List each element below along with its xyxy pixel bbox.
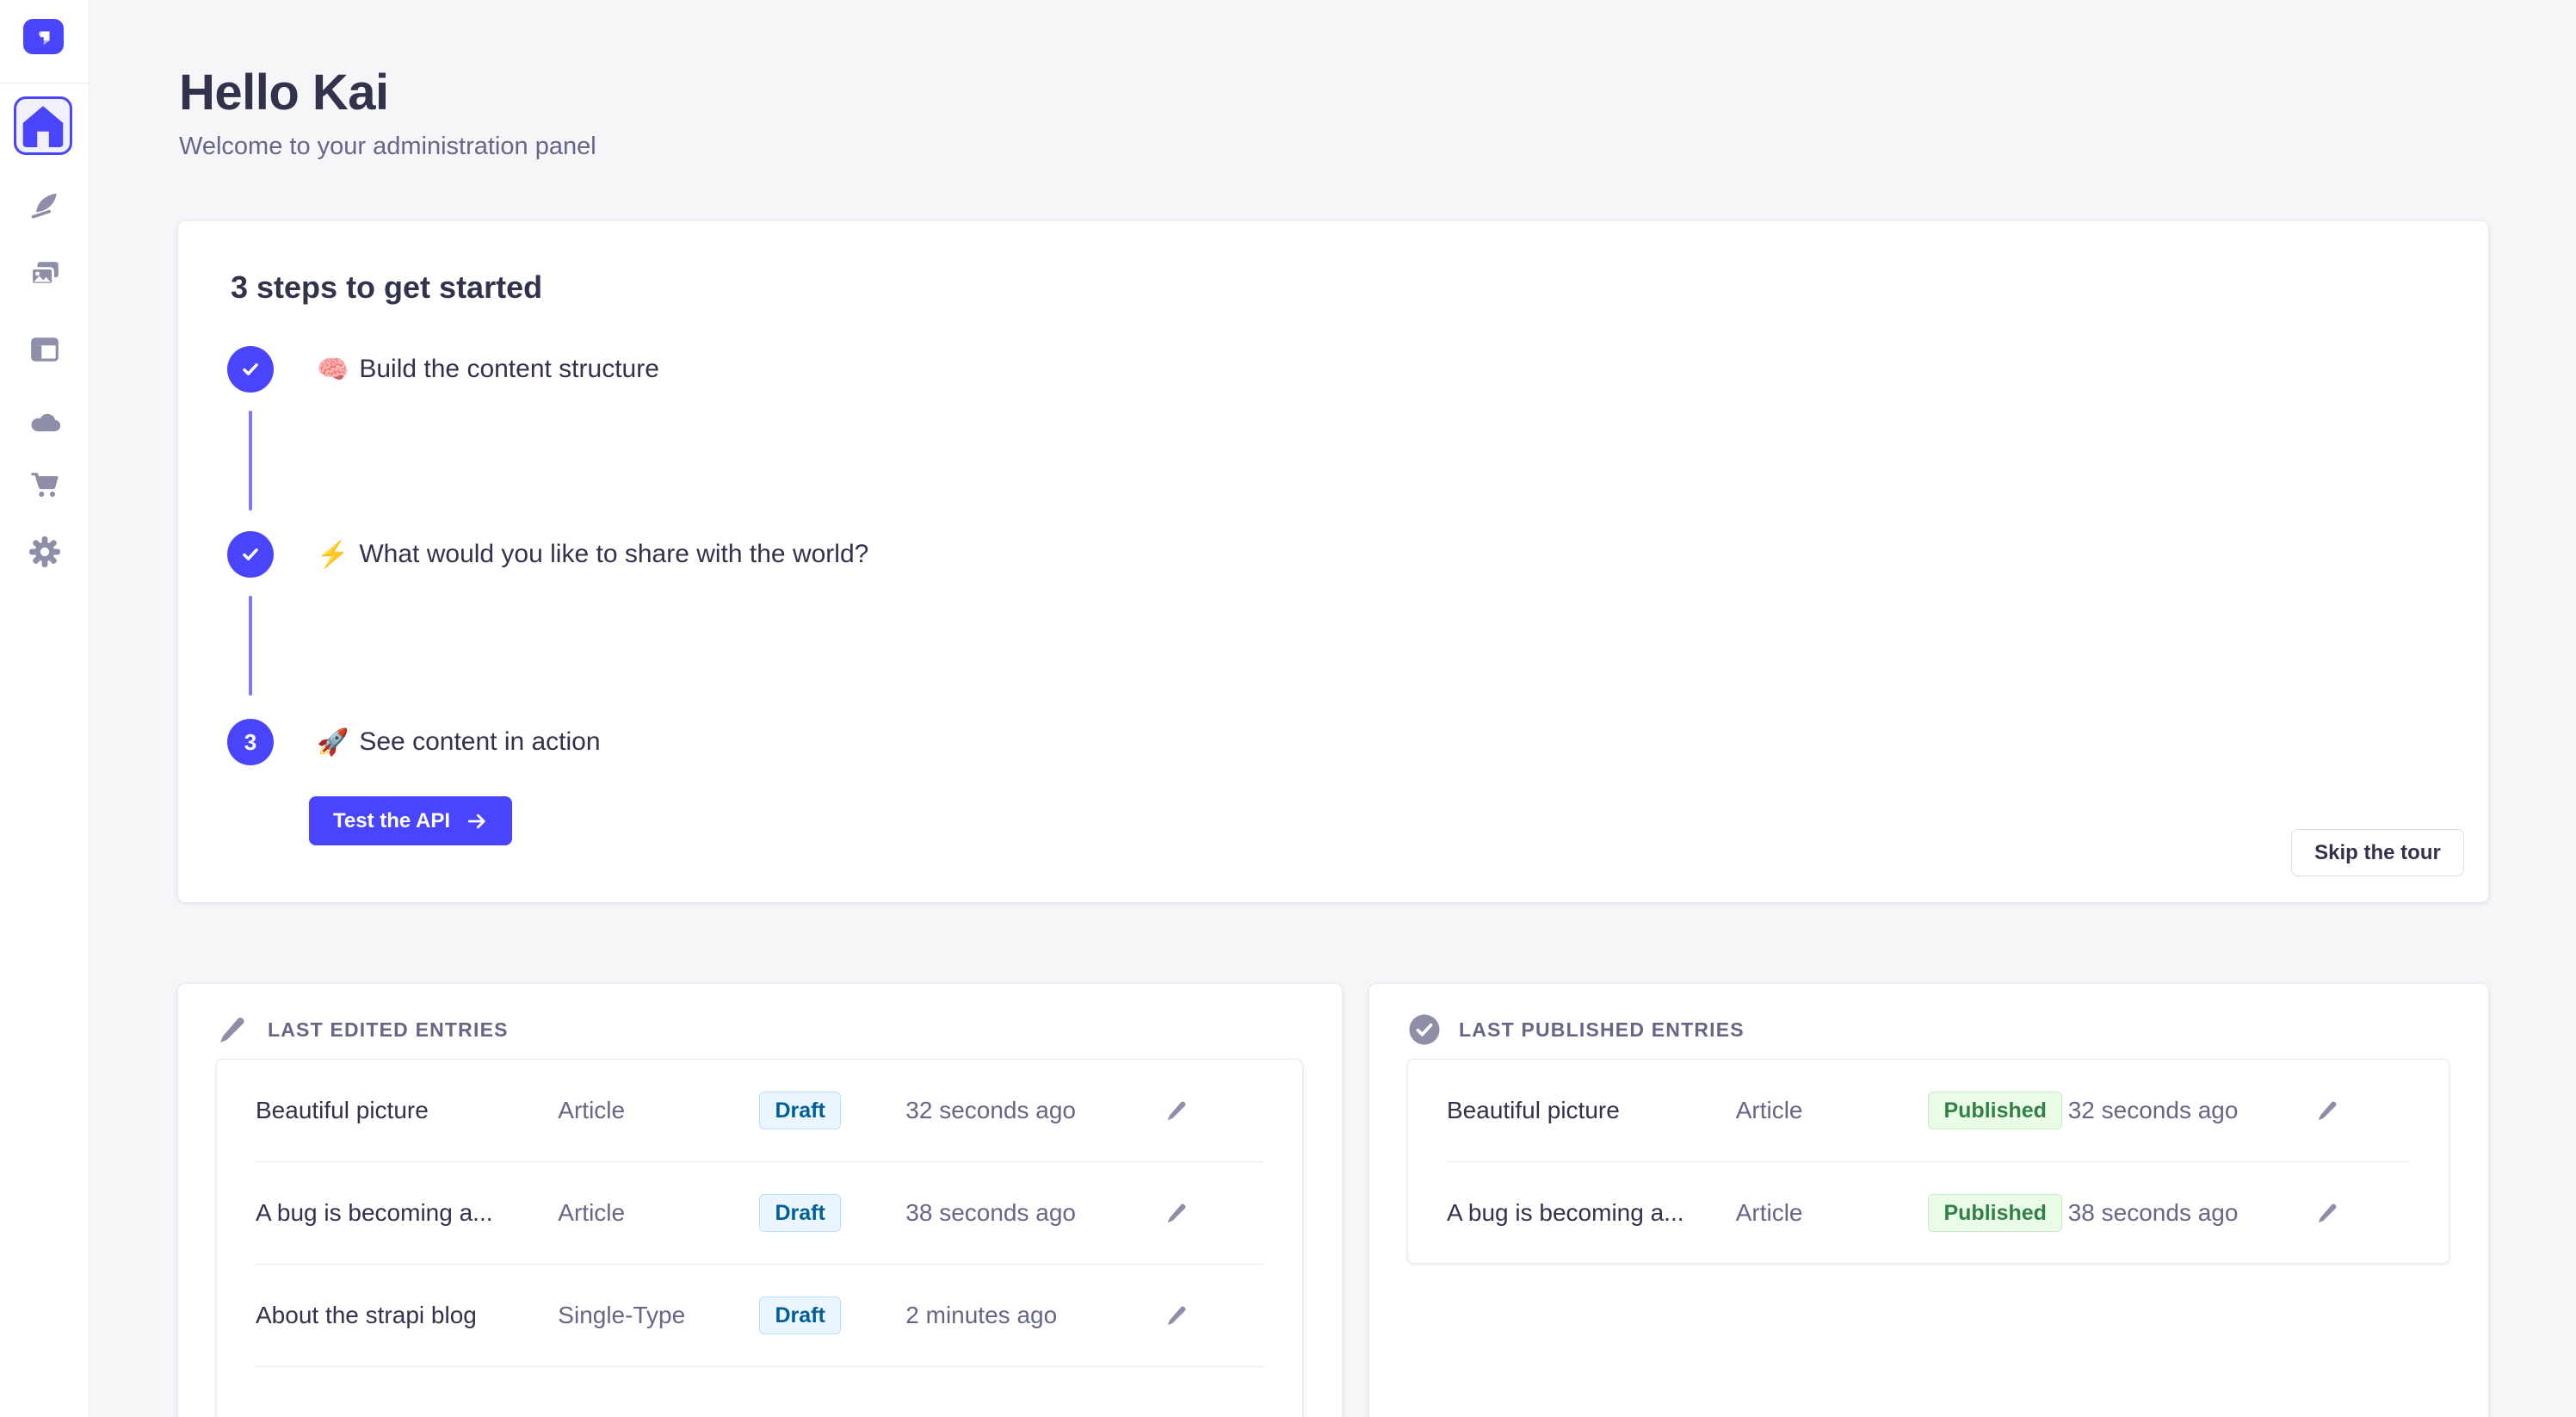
layout-icon [28, 333, 61, 366]
status-badge: Published [1928, 1092, 2061, 1129]
last-edited-table: Beautiful pictureArticleDraft32 seconds … [216, 1059, 1303, 1417]
onboarding-step: 3 🚀 See content in action [227, 719, 601, 765]
sidebar-item-content-type-builder[interactable] [26, 331, 64, 368]
strapi-logo-icon [31, 24, 57, 50]
entry-kind: Single-Type [558, 1302, 759, 1329]
entry-time: 32 seconds ago [2068, 1097, 2313, 1124]
pencil-icon [216, 1012, 250, 1047]
shopping-cart-icon [28, 469, 61, 502]
edit-entry-button[interactable] [1163, 1096, 1192, 1125]
test-the-api-button[interactable]: Test the API [309, 796, 512, 845]
test-the-api-label: Test the API [333, 809, 450, 833]
step-done-bullet [227, 346, 274, 393]
last-edited-title: LAST EDITED ENTRIES [268, 1018, 509, 1042]
edit-pencil-icon [2315, 1200, 2341, 1226]
media-images-icon [28, 258, 61, 291]
status-badge: Draft [759, 1296, 840, 1334]
status-badge: Draft [759, 1194, 840, 1232]
last-published-table: Beautiful pictureArticlePublished32 seco… [1407, 1059, 2449, 1264]
onboarding-step: ⚡ What would you like to share with the w… [227, 531, 868, 578]
check-circle-icon [1407, 1012, 1442, 1047]
step-emoji-icon: 🚀 [317, 727, 349, 758]
check-icon [239, 543, 262, 566]
onboarding-step: 🧠 Build the content structure [227, 346, 659, 393]
entry-title: A bug is becoming a... [1447, 1199, 1736, 1227]
edit-entry-button[interactable] [1163, 1301, 1192, 1330]
entry-title: About the strapi blog [256, 1302, 558, 1329]
feather-icon [28, 189, 61, 221]
last-edited-header: LAST EDITED ENTRIES [216, 1012, 509, 1047]
step-label: 🧠 Build the content structure [317, 355, 659, 385]
entry-kind: Article [558, 1199, 759, 1227]
edit-pencil-icon [1164, 1098, 1190, 1123]
table-row: Beautiful pictureArticleDraft 32 seconds … [256, 1060, 1263, 1162]
entry-time: 38 seconds ago [905, 1199, 1163, 1227]
entry-time: 38 seconds ago [2068, 1199, 2313, 1227]
step-emoji-icon: 🧠 [317, 355, 349, 385]
edit-entry-button[interactable] [2313, 1198, 2343, 1228]
edit-entry-button[interactable] [1163, 1198, 1192, 1228]
check-icon [239, 358, 262, 381]
sidebar-item-content-manager[interactable] [26, 186, 64, 224]
step-done-bullet [227, 531, 274, 578]
step-label: 🚀 See content in action [317, 727, 601, 758]
strapi-logo[interactable] [23, 19, 64, 54]
step-text: Build the content structure [359, 355, 659, 384]
step-emoji-icon: ⚡ [317, 540, 349, 570]
entry-time: 32 seconds ago [905, 1097, 1163, 1124]
skip-the-tour-button[interactable]: Skip the tour [2291, 829, 2464, 876]
edit-pencil-icon [2315, 1098, 2341, 1123]
sidebar [0, 0, 90, 1417]
step-number-bullet: 3 [227, 719, 274, 765]
entry-title: Beautiful picture [1447, 1097, 1736, 1124]
onboarding-title: 3 steps to get started [231, 269, 542, 306]
cloud-icon [28, 405, 61, 438]
entry-title: Beautiful picture [256, 1097, 558, 1124]
onboarding-card: 3 steps to get started 🧠 Build the conten… [178, 221, 2488, 902]
edit-entry-button[interactable] [2313, 1096, 2343, 1125]
page-title: Hello Kai [179, 67, 596, 119]
last-published-header: LAST PUBLISHED ENTRIES [1407, 1012, 1745, 1047]
last-published-title: LAST PUBLISHED ENTRIES [1459, 1018, 1745, 1042]
table-row: A bug is becoming a...ArticleDraft 38 sec… [256, 1162, 1263, 1265]
entry-time: 2 minutes ago [905, 1302, 1163, 1329]
last-published-widget: LAST PUBLISHED ENTRIES Beautiful picture… [1369, 984, 2488, 1417]
sidebar-item-media-library[interactable] [26, 256, 64, 294]
step-text: What would you like to share with the wo… [359, 540, 868, 569]
table-row: About the strapi blogSingle-TypeDraft 2 m… [256, 1265, 1263, 1367]
entry-kind: Article [1736, 1199, 1929, 1227]
step-connector [249, 596, 252, 696]
entry-kind: Article [558, 1097, 759, 1124]
entry-kind: Article [1736, 1097, 1929, 1124]
edit-pencil-icon [1164, 1303, 1190, 1328]
step-label: ⚡ What would you like to share with the w… [317, 540, 868, 570]
sidebar-item-marketplace[interactable] [26, 467, 64, 504]
status-badge: Draft [759, 1092, 840, 1129]
table-row: Beautiful pictureArticlePublished 32 seco… [1447, 1060, 2410, 1162]
page-subtitle: Welcome to your administration panel [179, 133, 596, 161]
sidebar-item-home[interactable] [14, 96, 72, 155]
entry-title: A bug is becoming a... [256, 1199, 558, 1227]
step-text: See content in action [359, 727, 600, 757]
sidebar-item-settings[interactable] [26, 533, 64, 571]
page-header: Hello Kai Welcome to your administration… [179, 67, 596, 161]
table-row: A bug is becoming a...ArticlePublished38… [1447, 1162, 2410, 1264]
status-badge: Published [1928, 1194, 2061, 1232]
arrow-right-icon [466, 810, 488, 832]
sidebar-item-cloud[interactable] [26, 403, 64, 441]
sidebar-divider [0, 83, 89, 84]
edit-pencil-icon [1164, 1200, 1190, 1226]
gear-icon [28, 535, 61, 568]
step-connector [249, 411, 252, 510]
last-edited-widget: LAST EDITED ENTRIES Beautiful pictureArt… [178, 984, 1342, 1417]
home-icon [16, 99, 70, 152]
